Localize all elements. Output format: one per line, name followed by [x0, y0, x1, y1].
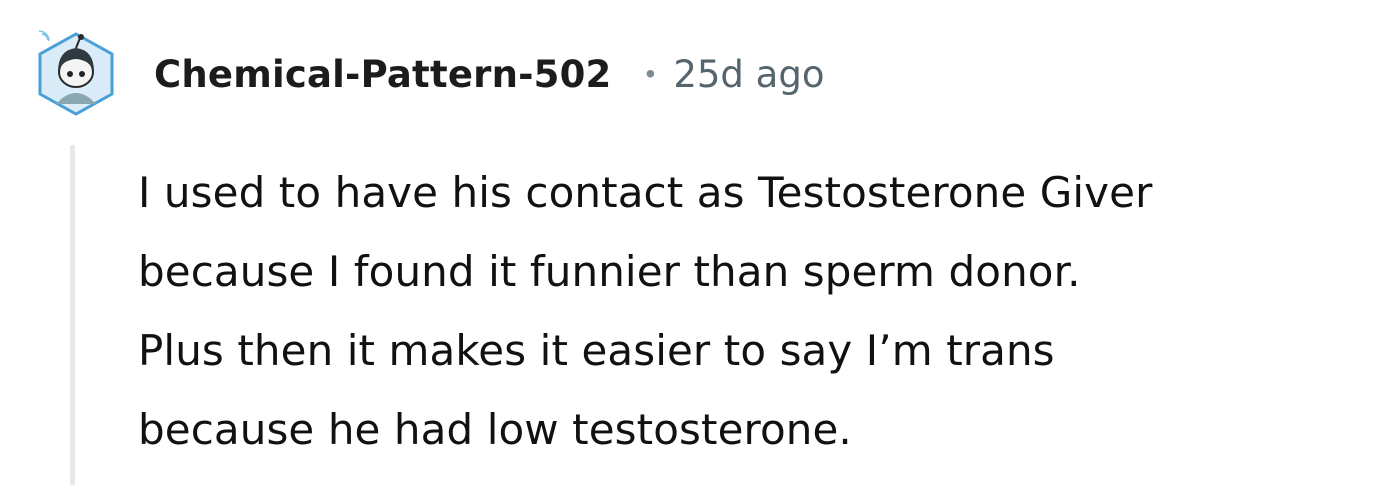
comment-body-line: I used to have his contact as Testostero…: [138, 168, 1153, 217]
thread-collapse-line[interactable]: [70, 145, 75, 485]
comment-header: Chemical-Pattern-502 • 25d ago: [30, 26, 824, 122]
comment-body-line: Plus then it makes it easier to say I’m …: [138, 326, 1055, 375]
snoo-avatar-hexagon-icon: [38, 30, 114, 116]
avatar[interactable]: [30, 28, 122, 120]
comment-body: I used to have his contact as Testostero…: [138, 153, 1388, 469]
comment-body-line: because he had low testosterone.: [138, 405, 852, 454]
separator-dot: •: [645, 58, 656, 89]
comment-timestamp[interactable]: 25d ago: [673, 53, 824, 96]
comment-author[interactable]: Chemical-Pattern-502: [154, 53, 612, 96]
comment: Chemical-Pattern-502 • 25d ago I used to…: [0, 0, 1398, 486]
comment-body-line: because I found it funnier than sperm do…: [138, 247, 1081, 296]
